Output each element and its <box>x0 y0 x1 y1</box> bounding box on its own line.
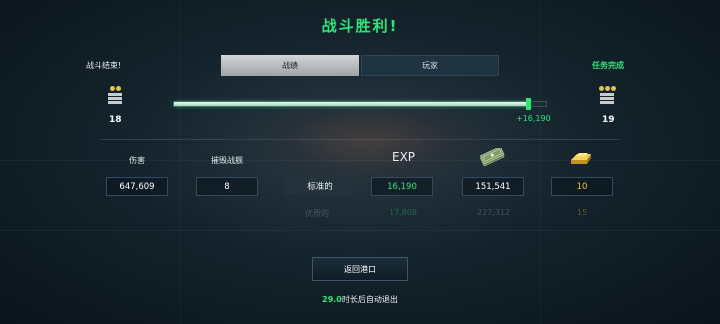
kills-header: 摧毁战舰 <box>211 156 243 165</box>
mission-complete-label: 任务完成 <box>592 61 624 70</box>
xp-progress-marker <box>526 98 531 110</box>
exp-header: EXP <box>392 150 416 164</box>
tab-stats[interactable]: 战绩 <box>221 55 359 76</box>
next-level: 19 <box>602 115 615 125</box>
divider <box>100 139 620 140</box>
auto-exit-countdown: 29.0时长后自动退出 <box>0 294 720 305</box>
rank-insignia-icon <box>106 86 124 108</box>
tab-players[interactable]: 玩家 <box>361 55 499 76</box>
xp-gain-text: +16,190 <box>516 114 551 123</box>
xp-progress-bar <box>173 101 547 107</box>
standard-exp-value: 16,190 <box>371 177 433 196</box>
return-to-port-button[interactable]: 返回港口 <box>312 257 408 281</box>
standard-gold-value: 10 <box>551 177 613 196</box>
damage-header: 伤害 <box>129 156 145 165</box>
premium-gold-value: 15 <box>577 208 588 217</box>
battle-end-label: 战斗结束! <box>86 61 122 70</box>
xp-progress-fill <box>174 102 530 106</box>
standard-credits-value: 151,541 <box>462 177 524 196</box>
standard-row-label: 标准的 <box>285 176 355 195</box>
gold-bar-icon <box>571 153 591 164</box>
rank-insignia-next-icon <box>596 86 618 108</box>
current-level: 18 <box>109 115 122 125</box>
premium-credits-value: 227,312 <box>477 208 511 217</box>
premium-exp-value: 17,809 <box>389 208 417 217</box>
background-grid-line <box>0 230 720 231</box>
countdown-suffix: 时长后自动退出 <box>341 295 398 304</box>
background-glow <box>250 95 490 185</box>
countdown-seconds: 29.0 <box>322 295 342 304</box>
kills-value: 8 <box>196 177 258 196</box>
money-stack-icon <box>479 148 505 166</box>
victory-title: 战斗胜利! <box>321 17 399 35</box>
premium-row-label: 优质的 <box>305 209 329 218</box>
background-grid-line <box>180 0 181 324</box>
damage-value: 647,609 <box>106 177 168 196</box>
background-grid-line <box>540 0 541 324</box>
